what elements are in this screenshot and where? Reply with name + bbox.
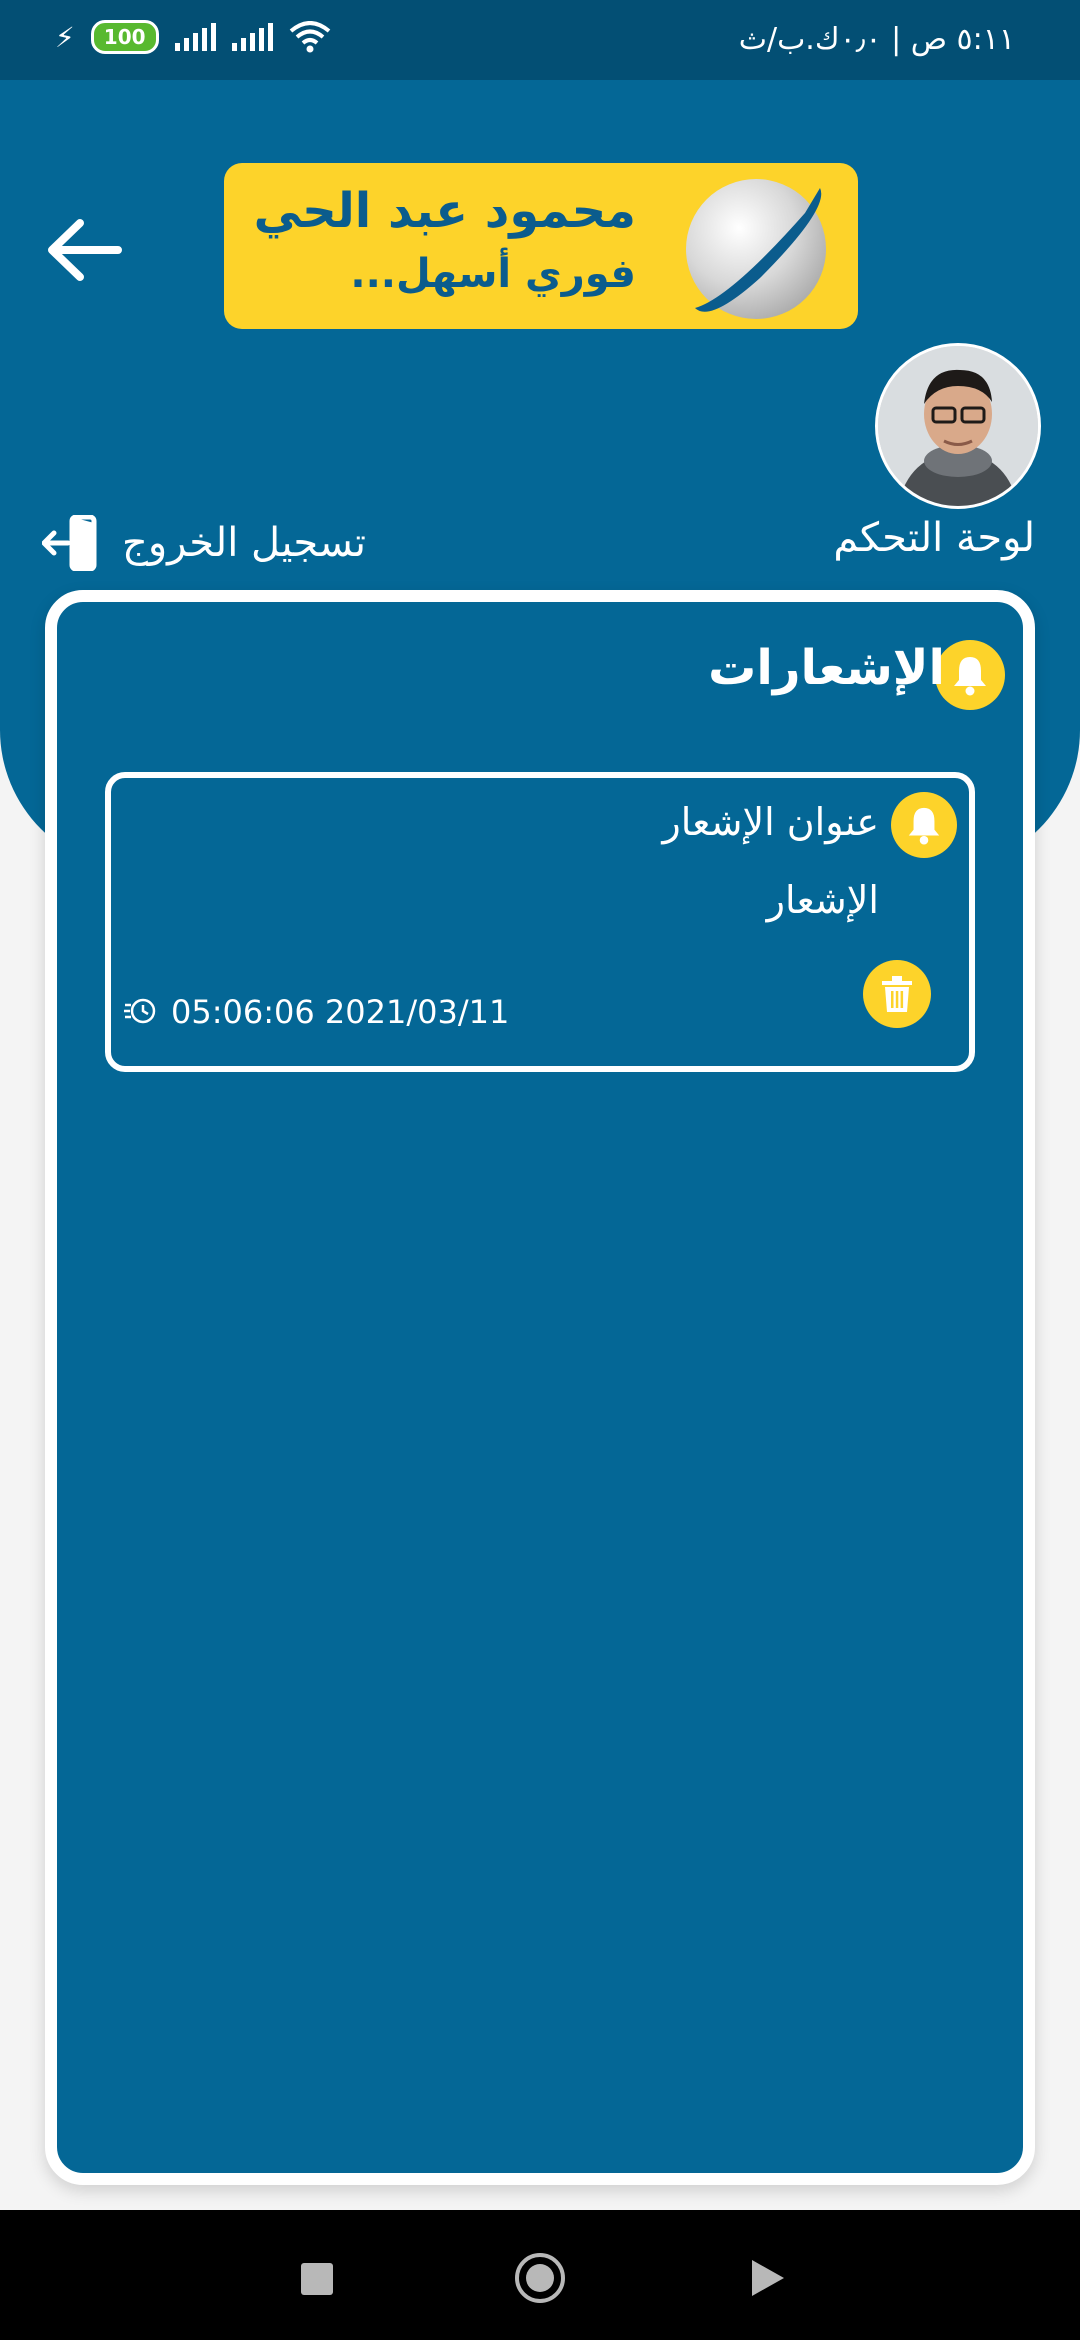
logout-button[interactable]: تسجيل الخروج	[42, 515, 366, 571]
system-navigation-bar	[0, 2210, 1080, 2340]
status-icons: ⚡ 100	[55, 20, 331, 54]
swoosh-icon	[695, 188, 822, 312]
back-arrow-icon[interactable]	[40, 205, 130, 295]
battery-icon: 100	[90, 20, 159, 54]
notification-body: الإشعار	[766, 878, 879, 922]
panel-title: الإشعارات	[708, 640, 945, 696]
signal-icon	[174, 23, 216, 51]
logo-tagline: فوري أسهل...	[350, 251, 636, 297]
home-button[interactable]	[515, 2253, 565, 2303]
charging-icon: ⚡	[55, 20, 75, 54]
brand-logo: محمود عبد الحي فوري أسهل...	[224, 163, 858, 329]
bell-icon	[891, 792, 957, 858]
signal-icon-2	[231, 23, 273, 51]
notification-timestamp: 05:06:06 2021/03/11	[171, 993, 510, 1031]
avatar[interactable]	[875, 343, 1041, 509]
notifications-panel: الإشعارات عنوان الإشعار الإشعار 05:06:06…	[45, 590, 1035, 2185]
notification-title: عنوان الإشعار	[662, 800, 879, 844]
bell-icon	[935, 640, 1005, 710]
logout-label: تسجيل الخروج	[122, 520, 367, 566]
status-bar: ⚡ 100 ٥:١١ ص | ٠٫٠ك.ب/ث	[0, 0, 1080, 80]
dashboard-link[interactable]: لوحة التحكم	[833, 515, 1035, 561]
logout-icon	[42, 515, 97, 571]
clock-icon	[124, 998, 156, 1024]
avatar-image	[878, 346, 1038, 506]
logo-title: محمود عبد الحي	[253, 183, 636, 239]
recent-apps-button[interactable]	[301, 2263, 333, 2295]
trash-icon	[882, 976, 912, 1012]
notification-item[interactable]: عنوان الإشعار الإشعار 05:06:06 2021/03/1…	[105, 772, 975, 1072]
delete-notification-button[interactable]	[863, 960, 931, 1028]
wifi-icon	[289, 21, 330, 53]
status-time: ٥:١١ ص | ٠٫٠ك.ب/ث	[738, 22, 1015, 57]
nav-back-button[interactable]	[750, 2258, 786, 2298]
